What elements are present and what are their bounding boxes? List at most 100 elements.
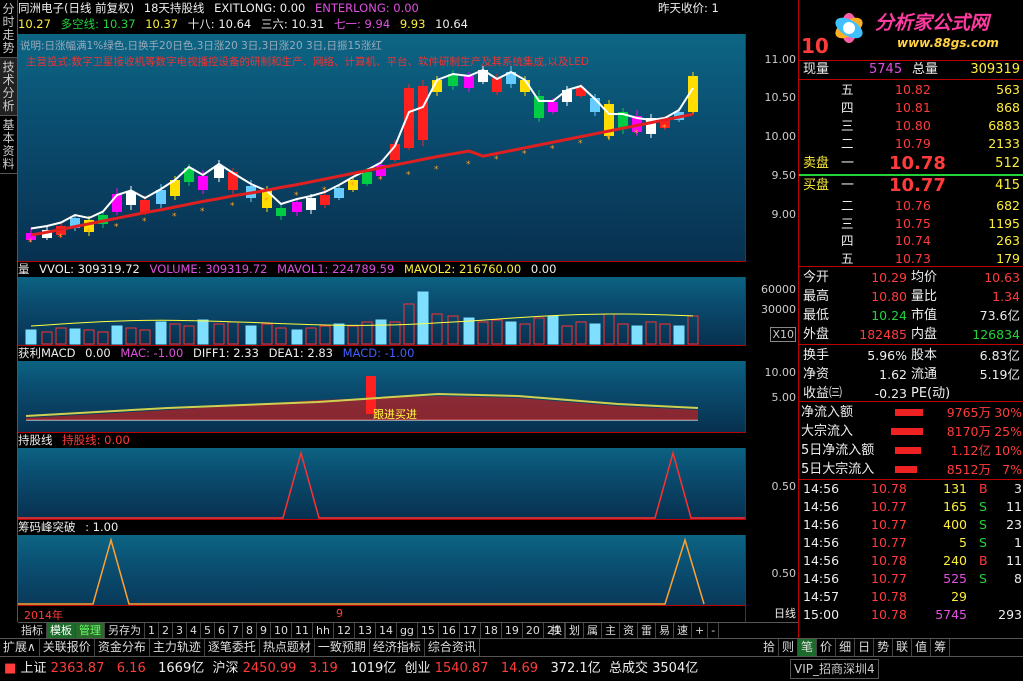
buy1-row[interactable]: 买盘 一 10.77 415 bbox=[799, 176, 1023, 196]
y-tick: 9.50 bbox=[771, 169, 797, 182]
func-r[interactable]: 筹 bbox=[931, 639, 951, 656]
tab-speed[interactable]: 速 bbox=[674, 623, 692, 638]
stat-label: 流通 bbox=[911, 367, 938, 382]
sell1-row[interactable]: 卖盘 一 10.78 512 bbox=[799, 154, 1023, 174]
func-consensus[interactable]: 一致预期 bbox=[315, 639, 370, 656]
func-r[interactable]: 势 bbox=[874, 639, 894, 656]
quote-panel: 10 分析家公式网 www.88gs.com 现量 5745 总量 309319… bbox=[798, 0, 1023, 638]
tab-mine[interactable]: 雷 bbox=[638, 623, 656, 638]
bid-price: 10.76 bbox=[895, 198, 931, 213]
tab-num[interactable]: 5 bbox=[201, 623, 215, 638]
tick-count: 3 bbox=[1014, 481, 1022, 496]
tab-gg[interactable]: gg bbox=[397, 623, 418, 638]
func-r[interactable]: 笔 bbox=[798, 639, 818, 656]
func-r[interactable]: 值 bbox=[912, 639, 932, 656]
hold-line-panel[interactable]: 持股线 持股线: 0.00 0.50 bbox=[18, 433, 798, 520]
tab-num[interactable]: 1 bbox=[145, 623, 159, 638]
func-main-track[interactable]: 主力轨迹 bbox=[150, 639, 205, 656]
tab-num[interactable]: 17 bbox=[460, 623, 481, 638]
func-r[interactable]: 拾 bbox=[760, 639, 780, 656]
sh-change: 6.16 bbox=[116, 661, 146, 676]
tab-num[interactable]: 8 bbox=[243, 623, 257, 638]
ma-dot: * bbox=[606, 134, 611, 144]
side-tab-intraday[interactable]: 分时走势 bbox=[0, 0, 17, 58]
tab-attr[interactable]: 属 bbox=[584, 623, 602, 638]
tab-main[interactable]: 主 bbox=[602, 623, 620, 638]
func-r[interactable]: 联 bbox=[893, 639, 913, 656]
ask-vol: 2133 bbox=[988, 136, 1020, 151]
price-panel[interactable]: 同洲电子(日线 前复权) 18天持股线 EXITLONG: 0.00 ENTER… bbox=[18, 0, 798, 262]
tab-num[interactable]: 9 bbox=[257, 623, 271, 638]
tab-hh[interactable]: hh bbox=[313, 623, 334, 638]
chip-panel[interactable]: 筹码峰突破 : 1.00 2014年 9 0.50 日线 bbox=[18, 520, 798, 622]
tab-num[interactable]: 12 bbox=[334, 623, 355, 638]
vip-server[interactable]: VIP_招商深圳4 bbox=[790, 659, 879, 679]
func-r[interactable]: 细 bbox=[836, 639, 856, 656]
sz-label[interactable]: 沪深 bbox=[212, 661, 238, 676]
tab-num[interactable]: 7 bbox=[229, 623, 243, 638]
tab-num[interactable]: 6 bbox=[215, 623, 229, 638]
func-related-quotes[interactable]: 关联报价 bbox=[40, 639, 95, 656]
stat-label: 净资 bbox=[803, 367, 830, 382]
tab-change[interactable]: 换 bbox=[548, 623, 566, 638]
side-tab-fundamentals[interactable]: 基本资料 bbox=[0, 116, 17, 174]
chip-y-axis: 0.50 日线 bbox=[745, 535, 798, 622]
ma-dot: * bbox=[662, 124, 667, 134]
ma-dot: * bbox=[142, 217, 147, 227]
macd-panel[interactable]: 获利MACD 0.00 MAC: -1.00 DIFF1: 2.33 DEA1:… bbox=[18, 346, 798, 433]
tab-num[interactable]: 2 bbox=[159, 623, 173, 638]
ma-dot: * bbox=[466, 160, 471, 170]
function-bar: 扩展∧ 关联报价 资金分布 主力轨迹 逐笔委托 热点题材 一致预期 经济指标 综合资讯 拾则笔价… bbox=[0, 638, 1023, 656]
stat-value: 182485 bbox=[859, 327, 907, 342]
volume-bar bbox=[25, 329, 37, 345]
bid-vol: 263 bbox=[996, 233, 1020, 248]
status-square-icon: ■ bbox=[4, 661, 17, 676]
side-tab-technical[interactable]: 技术分析 bbox=[0, 58, 17, 116]
period-label[interactable]: 日线 bbox=[774, 605, 796, 621]
tab-fund[interactable]: 资 bbox=[620, 623, 638, 638]
tab-num[interactable]: 11 bbox=[292, 623, 313, 638]
tab-num[interactable]: 3 bbox=[173, 623, 187, 638]
tab-save-as[interactable]: 另存为 bbox=[105, 623, 145, 638]
tab-num[interactable]: 10 bbox=[271, 623, 292, 638]
func-r[interactable]: 价 bbox=[817, 639, 837, 656]
y-tick: 10.00 bbox=[764, 366, 797, 379]
tab-indicator[interactable]: 指标 bbox=[18, 623, 47, 638]
ask-price: 10.79 bbox=[895, 136, 931, 151]
tab-num[interactable]: 20 bbox=[523, 623, 544, 638]
tab-draw[interactable]: 划 bbox=[566, 623, 584, 638]
volume-y-axis: 60000 30000 X10 bbox=[745, 277, 798, 346]
func-r[interactable]: 则 bbox=[779, 639, 799, 656]
tab-template[interactable]: 模板 bbox=[47, 623, 76, 638]
volume-panel[interactable]: 量 VVOL: 309319.72 VOLUME: 309319.72 MAVO… bbox=[18, 262, 798, 346]
candle-body bbox=[140, 200, 150, 212]
tick-side: S bbox=[979, 571, 987, 586]
tab-num[interactable]: 19 bbox=[502, 623, 523, 638]
func-news[interactable]: 综合资讯 bbox=[425, 639, 480, 656]
zoom-in-button[interactable]: + bbox=[692, 623, 709, 638]
ask-level: 二 bbox=[841, 136, 854, 151]
func-hot-topics[interactable]: 热点题材 bbox=[260, 639, 315, 656]
func-expand[interactable]: 扩展∧ bbox=[0, 639, 40, 656]
bid-level: 四 bbox=[841, 233, 854, 248]
func-fund-distribution[interactable]: 资金分布 bbox=[95, 639, 150, 656]
tab-num[interactable]: 18 bbox=[481, 623, 502, 638]
tab-num[interactable]: 14 bbox=[376, 623, 397, 638]
tab-easy[interactable]: 易 bbox=[656, 623, 674, 638]
ma-dot: * bbox=[58, 233, 63, 243]
tab-num[interactable]: 13 bbox=[355, 623, 376, 638]
cy-label[interactable]: 创业 bbox=[405, 661, 431, 676]
tab-num[interactable]: 15 bbox=[418, 623, 439, 638]
tab-manage[interactable]: 管理 bbox=[76, 623, 105, 638]
tick-list[interactable]: 14:56 10.78 131 B 3 14:56 10.77 165 S 11 14:56 10.7… bbox=[799, 480, 1023, 625]
tab-num[interactable]: 16 bbox=[439, 623, 460, 638]
func-econ-indicators[interactable]: 经济指标 bbox=[370, 639, 425, 656]
func-order-detail[interactable]: 逐笔委托 bbox=[205, 639, 260, 656]
func-r[interactable]: 日 bbox=[855, 639, 875, 656]
volume-bar bbox=[319, 325, 331, 345]
sh-label[interactable]: 上证 bbox=[20, 661, 46, 676]
zoom-out-button[interactable]: - bbox=[708, 623, 720, 638]
tick-price: 10.77 bbox=[871, 499, 907, 514]
ma-dot: * bbox=[28, 238, 33, 248]
tab-num[interactable]: 4 bbox=[187, 623, 201, 638]
